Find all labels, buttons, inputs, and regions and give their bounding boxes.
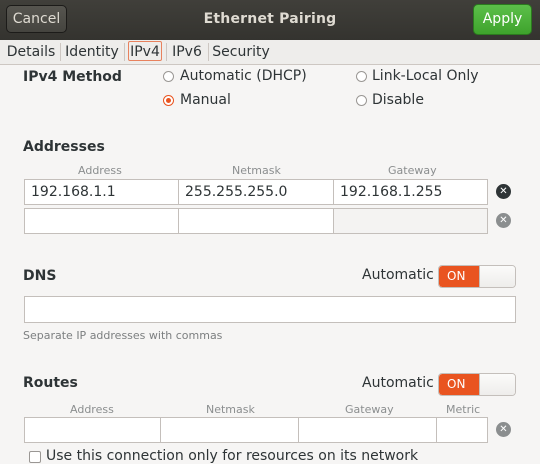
toggle-on-label: ON — [439, 266, 479, 287]
radio-manual-label[interactable]: Manual — [180, 92, 231, 108]
routes-col-gateway: Gateway — [345, 403, 394, 416]
routes-automatic-label: Automatic — [362, 375, 434, 391]
netmask-input-empty[interactable] — [178, 208, 334, 234]
toggle-knob — [479, 266, 515, 287]
routes-col-netmask: Netmask — [206, 403, 255, 416]
radio-manual[interactable] — [163, 95, 174, 106]
radio-disable[interactable] — [356, 95, 367, 106]
ipv4-method-label: IPv4 Method — [23, 69, 122, 85]
tab-separator — [124, 43, 125, 61]
dialog-title: Ethernet Pairing — [203, 11, 337, 27]
toggle-knob — [479, 374, 515, 395]
address-input-empty[interactable] — [24, 208, 179, 234]
radio-link-local-label[interactable]: Link-Local Only — [372, 68, 479, 84]
route-gateway-input[interactable] — [298, 417, 437, 443]
addresses-col-gateway: Gateway — [388, 164, 437, 177]
tab-separator — [166, 43, 167, 61]
tab-separator — [208, 43, 209, 61]
tab-ipv4[interactable]: IPv4 — [128, 41, 162, 61]
addresses-title: Addresses — [23, 139, 105, 155]
dns-automatic-label: Automatic — [362, 267, 434, 283]
netmask-input[interactable]: 255.255.255.0 — [178, 179, 334, 205]
tab-separator — [60, 43, 61, 61]
radio-disable-label[interactable]: Disable — [372, 92, 424, 108]
address-input[interactable]: 192.168.1.1 — [24, 179, 179, 205]
delete-address-icon[interactable]: ✕ — [496, 184, 511, 199]
header-bar: Cancel Ethernet Pairing Apply — [0, 0, 540, 41]
radio-automatic-dhcp[interactable] — [163, 71, 174, 82]
addresses-col-address: Address — [78, 164, 122, 177]
delete-address-icon[interactable]: ✕ — [496, 213, 511, 228]
routes-automatic-toggle[interactable]: ON — [438, 373, 516, 396]
route-address-input[interactable] — [24, 417, 161, 443]
dns-title: DNS — [23, 268, 57, 284]
tab-ipv6[interactable]: IPv6 — [170, 40, 204, 64]
tab-details[interactable]: Details — [6, 40, 56, 64]
tab-bar: Details Identity IPv4 IPv6 Security — [0, 40, 540, 65]
route-metric-input[interactable] — [436, 417, 488, 443]
routes-col-metric: Metric — [446, 403, 481, 416]
route-netmask-input[interactable] — [160, 417, 299, 443]
tab-security[interactable]: Security — [212, 40, 270, 64]
dns-servers-input[interactable] — [24, 296, 516, 323]
addresses-col-netmask: Netmask — [232, 164, 281, 177]
radio-automatic-dhcp-label[interactable]: Automatic (DHCP) — [180, 68, 307, 84]
gateway-input[interactable]: 192.168.1.255 — [333, 179, 488, 205]
apply-button[interactable]: Apply — [473, 4, 532, 35]
dns-hint: Separate IP addresses with commas — [23, 329, 223, 342]
toggle-on-label: ON — [439, 374, 479, 395]
routes-col-address: Address — [70, 403, 114, 416]
dns-automatic-toggle[interactable]: ON — [438, 265, 516, 288]
radio-link-local[interactable] — [356, 71, 367, 82]
delete-route-icon[interactable]: ✕ — [496, 422, 511, 437]
only-local-resources-label[interactable]: Use this connection only for resources o… — [46, 448, 418, 464]
only-local-resources-checkbox[interactable] — [29, 451, 41, 463]
gateway-input-empty[interactable] — [333, 208, 488, 234]
tab-identity[interactable]: Identity — [64, 40, 120, 64]
routes-title: Routes — [23, 375, 78, 391]
